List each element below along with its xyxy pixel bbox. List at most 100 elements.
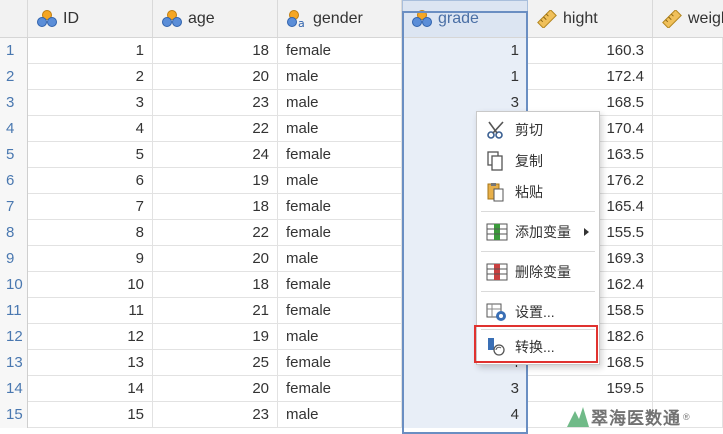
- table-row[interactable]: 10 10 18 female 162.4: [0, 272, 723, 298]
- cell-gender[interactable]: female: [278, 38, 402, 64]
- cell-id[interactable]: 12: [28, 324, 153, 350]
- row-number[interactable]: 15: [0, 402, 28, 428]
- table-row[interactable]: 131325female4168.5: [0, 350, 723, 376]
- cell-gender[interactable]: male: [278, 246, 402, 272]
- cell-age[interactable]: 21: [153, 298, 278, 324]
- cell-id[interactable]: 14: [28, 376, 153, 402]
- table-row[interactable]: 12 12 19 male 182.6: [0, 324, 723, 350]
- cell-age[interactable]: 20: [153, 246, 278, 272]
- cell-id[interactable]: 13: [28, 350, 153, 376]
- cell-id[interactable]: 4: [28, 116, 153, 142]
- cell-age[interactable]: 18: [153, 272, 278, 298]
- cell-age[interactable]: 20: [153, 376, 278, 402]
- cell-age[interactable]: 22: [153, 116, 278, 142]
- row-number[interactable]: 5: [0, 142, 28, 168]
- menu-item-cut[interactable]: 剪切: [477, 115, 599, 145]
- table-row[interactable]: 7 7 18 female 165.4: [0, 194, 723, 220]
- menu-item-transform[interactable]: 转换...: [477, 332, 599, 362]
- menu-item-add-variable[interactable]: 添加变量: [477, 217, 599, 247]
- cell-weight[interactable]: [653, 324, 723, 350]
- corner-cell[interactable]: [0, 0, 28, 37]
- cell-weight[interactable]: [653, 142, 723, 168]
- column-header-grade[interactable]: grade: [402, 0, 528, 37]
- column-header-gender[interactable]: a gender: [278, 0, 402, 37]
- cell-hight[interactable]: 172.4: [528, 64, 653, 90]
- row-number[interactable]: 8: [0, 220, 28, 246]
- cell-gender[interactable]: female: [278, 194, 402, 220]
- cell-weight[interactable]: [653, 272, 723, 298]
- cell-age[interactable]: 19: [153, 168, 278, 194]
- cell-id[interactable]: 11: [28, 298, 153, 324]
- cell-id[interactable]: 9: [28, 246, 153, 272]
- column-header-age[interactable]: age: [153, 0, 278, 37]
- menu-item-paste[interactable]: 粘贴: [477, 177, 599, 207]
- cell-grade[interactable]: 1: [402, 38, 528, 64]
- row-number[interactable]: 9: [0, 246, 28, 272]
- cell-weight[interactable]: [653, 90, 723, 116]
- row-number[interactable]: 10: [0, 272, 28, 298]
- cell-age[interactable]: 23: [153, 90, 278, 116]
- row-number[interactable]: 6: [0, 168, 28, 194]
- cell-gender[interactable]: female: [278, 272, 402, 298]
- row-number[interactable]: 13: [0, 350, 28, 376]
- cell-gender[interactable]: female: [278, 142, 402, 168]
- table-row[interactable]: 14 14 20 female 3 159.5: [0, 376, 723, 402]
- cell-grade[interactable]: 4: [402, 402, 528, 428]
- cell-gender[interactable]: female: [278, 298, 402, 324]
- cell-gender[interactable]: male: [278, 90, 402, 116]
- row-number[interactable]: 7: [0, 194, 28, 220]
- cell-age[interactable]: 20: [153, 64, 278, 90]
- cell-age[interactable]: 24: [153, 142, 278, 168]
- cell-id[interactable]: 6: [28, 168, 153, 194]
- row-number[interactable]: 14: [0, 376, 28, 402]
- cell-gender[interactable]: male: [278, 64, 402, 90]
- cell-gender[interactable]: male: [278, 324, 402, 350]
- cell-weight[interactable]: [653, 350, 723, 376]
- table-row[interactable]: 2 2 20 male 1 172.4: [0, 64, 723, 90]
- cell-weight[interactable]: [653, 168, 723, 194]
- cell-gender[interactable]: female: [278, 376, 402, 402]
- cell-weight[interactable]: [653, 298, 723, 324]
- table-row[interactable]: 4 4 22 male 170.4: [0, 116, 723, 142]
- cell-weight[interactable]: [653, 246, 723, 272]
- cell-id[interactable]: 2: [28, 64, 153, 90]
- menu-item-settings[interactable]: 设置...: [477, 297, 599, 327]
- cell-id[interactable]: 1: [28, 38, 153, 64]
- table-row[interactable]: 11 11 21 female 158.5: [0, 298, 723, 324]
- table-row[interactable]: 9 9 20 male 169.3: [0, 246, 723, 272]
- cell-id[interactable]: 8: [28, 220, 153, 246]
- cell-id[interactable]: 7: [28, 194, 153, 220]
- row-number[interactable]: 12: [0, 324, 28, 350]
- menu-item-copy[interactable]: 复制: [477, 146, 599, 176]
- row-number[interactable]: 2: [0, 64, 28, 90]
- menu-item-delete-variable[interactable]: 删除变量: [477, 257, 599, 287]
- table-row[interactable]: 3 3 23 male 3 168.5: [0, 90, 723, 116]
- cell-weight[interactable]: [653, 220, 723, 246]
- cell-gender[interactable]: female: [278, 350, 402, 376]
- row-number[interactable]: 4: [0, 116, 28, 142]
- cell-grade[interactable]: 1: [402, 64, 528, 90]
- cell-age[interactable]: 23: [153, 402, 278, 428]
- cell-age[interactable]: 19: [153, 324, 278, 350]
- table-row[interactable]: 8 8 22 female 155.5: [0, 220, 723, 246]
- cell-age[interactable]: 18: [153, 194, 278, 220]
- cell-age[interactable]: 22: [153, 220, 278, 246]
- cell-age[interactable]: 18: [153, 38, 278, 64]
- column-header-weight[interactable]: weigh: [653, 0, 723, 37]
- row-number[interactable]: 3: [0, 90, 28, 116]
- cell-id[interactable]: 10: [28, 272, 153, 298]
- cell-id[interactable]: 15: [28, 402, 153, 428]
- cell-weight[interactable]: [653, 194, 723, 220]
- table-row[interactable]: 6 6 19 male 176.2: [0, 168, 723, 194]
- cell-weight[interactable]: [653, 38, 723, 64]
- column-header-hight[interactable]: hight: [528, 0, 653, 37]
- cell-hight[interactable]: 159.5: [528, 376, 653, 402]
- row-number[interactable]: 11: [0, 298, 28, 324]
- table-row[interactable]: 5 5 24 female 163.5: [0, 142, 723, 168]
- table-row[interactable]: 1 1 18 female 1 160.3: [0, 38, 723, 64]
- cell-id[interactable]: 3: [28, 90, 153, 116]
- column-header-id[interactable]: ID: [28, 0, 153, 37]
- cell-weight[interactable]: [653, 116, 723, 142]
- cell-gender[interactable]: female: [278, 220, 402, 246]
- cell-age[interactable]: 25: [153, 350, 278, 376]
